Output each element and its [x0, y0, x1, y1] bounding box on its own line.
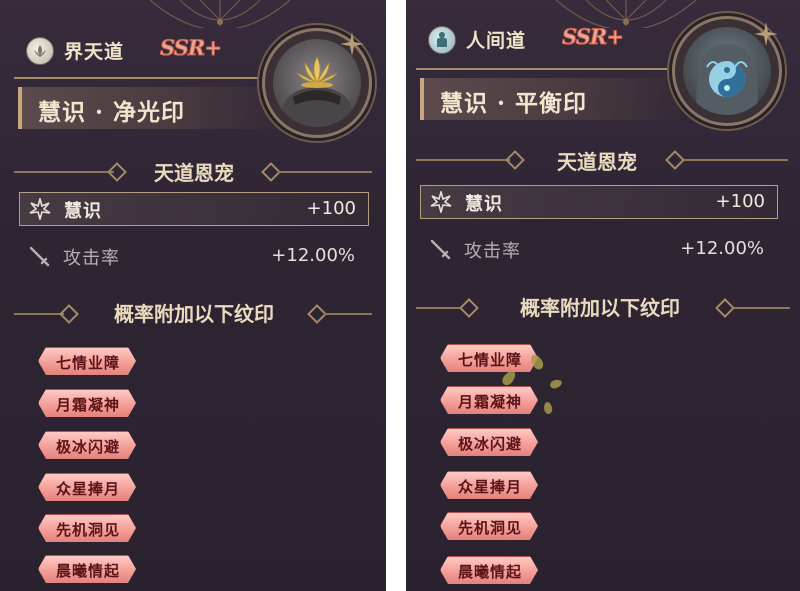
diamond-ornament-icon	[107, 162, 127, 182]
seal-tag[interactable]: 众星捧月	[38, 473, 136, 501]
seal-tag-label: 极冰闪避	[457, 435, 522, 453]
section-line-right	[278, 171, 372, 173]
stat-row-highlighted[interactable]: 慧识 +100	[19, 192, 369, 226]
leaf-particle-icon	[548, 378, 564, 390]
star-burst-icon	[29, 198, 51, 220]
sparkle-icon	[754, 22, 778, 46]
seal-tag[interactable]: 先机洞见	[38, 514, 136, 542]
star-burst-icon	[430, 191, 452, 213]
seal-tag-label: 月霜凝神	[457, 393, 522, 411]
seal-card-left: 界天道 SSR+ 慧识 · 净光印 天道恩宠 慧识 +100 攻击率 +12.0…	[0, 0, 386, 591]
seal-tag[interactable]: 先机洞见	[440, 512, 538, 540]
seal-tag-label: 极冰闪避	[55, 438, 120, 456]
seal-tag-label: 晨曦情起	[457, 563, 522, 581]
human-disc-icon	[428, 26, 456, 54]
seal-tag-label: 众星捧月	[457, 478, 522, 496]
section-title-favor: 天道恩宠	[557, 150, 637, 174]
stat-row-highlighted[interactable]: 慧识 +100	[420, 185, 778, 219]
seal-tag-label: 七情业障	[55, 354, 120, 372]
seal-tag[interactable]: 晨曦情起	[38, 555, 136, 583]
rarity-badge: SSR+	[562, 24, 625, 50]
seal-tag[interactable]: 月霜凝神	[440, 386, 538, 414]
realm-name: 人间道	[466, 30, 527, 52]
seal-title: 慧识 · 平衡印	[440, 90, 588, 117]
diamond-ornament-icon	[59, 304, 79, 324]
stat-label: 慧识	[465, 194, 503, 215]
section-title-seals: 概率附加以下纹印	[114, 302, 274, 326]
rarity-badge: SSR+	[160, 35, 223, 61]
seal-tag[interactable]: 极冰闪避	[440, 428, 538, 456]
diamond-ornament-icon	[715, 298, 735, 318]
sparkle-icon	[340, 32, 364, 56]
seal-title-bar: 慧识 · 净光印	[18, 87, 278, 129]
seal-tag[interactable]: 众星捧月	[440, 471, 538, 499]
header-row: 界天道 SSR+	[22, 33, 282, 67]
stat-value: +12.00%	[680, 238, 764, 259]
section-line-left	[416, 159, 510, 161]
sword-icon	[29, 246, 50, 267]
stat-value: +100	[306, 198, 356, 219]
stat-value: +12.00%	[271, 245, 355, 266]
seal-tag-label: 先机洞见	[55, 521, 120, 539]
realm-name: 界天道	[64, 41, 125, 63]
stat-label: 攻击率	[464, 241, 521, 262]
seal-card-right: 人间道 SSR+ 慧识 · 平衡印 天道恩宠 慧识 +100 攻击率 +12.0…	[406, 0, 800, 591]
diamond-ornament-icon	[665, 150, 685, 170]
section-line-left	[14, 313, 64, 315]
header-row: 人间道 SSR+	[424, 22, 684, 56]
section-line-left	[416, 307, 462, 309]
seal-tag-label: 先机洞见	[457, 519, 522, 537]
seal-tag-label: 七情业障	[457, 351, 522, 369]
seal-tag[interactable]: 月霜凝神	[38, 389, 136, 417]
section-title-seals: 概率附加以下纹印	[520, 296, 680, 320]
section-title-favor: 天道恩宠	[154, 161, 234, 185]
stat-label: 慧识	[64, 201, 102, 222]
seal-tag-label: 晨曦情起	[55, 562, 120, 580]
panel-separator	[386, 0, 406, 591]
ornament-top-icon	[149, 0, 291, 28]
header-divider	[14, 77, 270, 79]
seal-tag[interactable]: 极冰闪避	[38, 431, 136, 459]
section-line-left	[14, 171, 114, 173]
seal-tag[interactable]: 晨曦情起	[440, 556, 538, 584]
seal-tag-label: 众星捧月	[55, 480, 120, 498]
section-line-right	[324, 313, 372, 315]
section-line-right	[734, 307, 790, 309]
header-divider	[416, 68, 672, 70]
diamond-ornament-icon	[459, 298, 479, 318]
stat-value: +100	[715, 191, 765, 212]
section-line-right	[684, 159, 788, 161]
seal-tag[interactable]: 七情业障	[440, 344, 538, 372]
leaf-particle-icon	[543, 401, 553, 415]
diamond-ornament-icon	[505, 150, 525, 170]
seal-tag[interactable]: 七情业障	[38, 347, 136, 375]
seal-title: 慧识 · 净光印	[38, 99, 186, 126]
stat-row: 攻击率 +12.00%	[19, 240, 367, 272]
seal-title-bar: 慧识 · 平衡印	[420, 78, 680, 120]
stat-row: 攻击率 +12.00%	[420, 233, 776, 265]
seal-tag-label: 月霜凝神	[55, 396, 120, 414]
sword-icon	[430, 239, 451, 260]
stat-label: 攻击率	[63, 248, 120, 269]
lotus-disc-icon	[26, 37, 54, 65]
